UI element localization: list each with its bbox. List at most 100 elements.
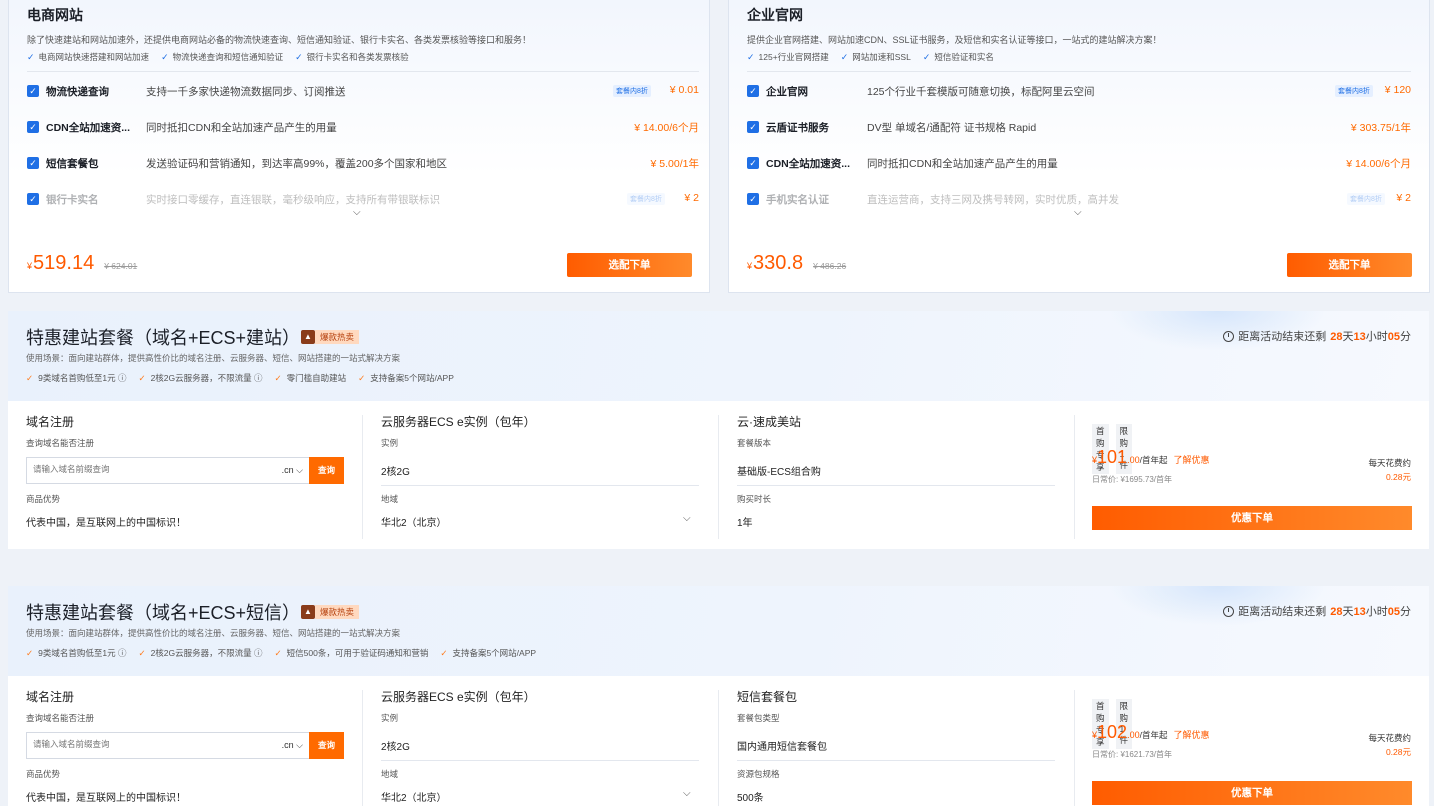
product-advantage: 代表中国，是互联网上的中国标识！ [26, 518, 186, 529]
chevron-down-icon[interactable]: ⌵ [1074, 207, 1082, 218]
discount-order-button[interactable]: 优惠下单 [1092, 506, 1412, 530]
package-type-value[interactable]: 国内通用短信套餐包 [737, 738, 827, 753]
learn-discount-link[interactable]: 了解优惠 [1173, 730, 1209, 740]
feature-item: 短信验证和实名 [923, 51, 994, 63]
product-price: ¥ 303.75/1年 [1350, 122, 1411, 134]
product-row: ✓ 企业官网 125个行业千套模版可随意切换，标配阿里云空间 套餐内8折 ¥ 1… [747, 81, 1411, 101]
discount-tag: 套餐内8折 [627, 193, 665, 205]
fire-icon: ▲ [301, 330, 315, 344]
price-value: 101 [1097, 447, 1128, 467]
field-label: 查询域名能否注册 [26, 713, 95, 723]
currency-symbol: ¥ [747, 261, 753, 271]
old-price: ¥ 486.26 [813, 261, 847, 271]
field-label: 购买时长 [737, 494, 772, 504]
instance-value[interactable]: 2核2G [381, 738, 410, 753]
price-unit: /首年起 [1139, 730, 1168, 740]
product-price: ¥ 14.00/6个月 [634, 122, 699, 134]
field-label: 套餐包类型 [737, 713, 780, 723]
feature-item: 电商网站快速搭建和网站加速 [27, 51, 150, 63]
product-row: ✓ CDN全站加速资... 同时抵扣CDN和全站加速产品产生的用量 ¥ 14.0… [747, 153, 1411, 173]
product-advantage: 代表中国，是互联网上的中国标识！ [26, 793, 186, 804]
bundle-title: 特惠建站套餐（域名+ECS+建站） [26, 328, 301, 348]
discount-tag: 套餐内8折 [1347, 193, 1385, 205]
checkbox-checked[interactable]: ✓ [747, 121, 759, 133]
domain-suffix-select[interactable]: .cn ⌵ [282, 740, 303, 751]
countdown-hours: 13 [1353, 606, 1366, 618]
region-select[interactable]: 华北2（北京） [381, 789, 447, 804]
bundle-header: 特惠建站套餐（域名+ECS+短信） ▲ 爆款热卖 使用场景：面向建站群体，提供高… [8, 586, 1429, 676]
product-row: ✓ 物流快递查询 支持一千多家快递物流数据同步、订阅推送 套餐内8折 ¥ 0.0… [27, 81, 699, 101]
feature-item: 125+行业官网搭建 [747, 51, 829, 63]
product-desc: 直连运营商，支持三网及携号转网，实时优质，高并发 [867, 194, 1119, 206]
domain-query-button[interactable]: 查询 [309, 732, 344, 759]
bundle-price: ¥101.00/首年起 了解优惠 [1092, 447, 1209, 468]
currency-symbol: ¥ [27, 261, 33, 271]
domain-search-input[interactable] [33, 464, 263, 474]
product-name: 银行卡实名 [46, 194, 99, 206]
instance-value[interactable]: 2核2G [381, 463, 410, 478]
card-desc: 除了快速建站和网站加速外，还提供电商网站必备的物流快速查询、短信通知验证、银行卡… [27, 35, 532, 45]
product-desc: 发送验证码和营销通知，到达率高99%，覆盖200多个国家和地区 [146, 158, 448, 170]
chevron-down-icon[interactable]: ⌵ [683, 513, 691, 524]
discount-tag: 套餐内8折 [613, 85, 651, 97]
price-value: 102 [1097, 722, 1128, 742]
domain-search-field[interactable]: .cn ⌵ [26, 732, 310, 759]
product-price: ¥ 2 [1396, 192, 1411, 204]
checkbox-checked[interactable]: ✓ [27, 157, 39, 169]
product-row: ✓ 手机实名认证 直连运营商，支持三网及携号转网，实时优质，高并发 套餐内8折 … [747, 189, 1411, 209]
daily-cost-value: 0.28元 [1385, 472, 1411, 482]
price-decimal: .00 [1127, 455, 1140, 465]
unit-hour: 小时 [1365, 331, 1388, 343]
edition-value[interactable]: 基础版-ECS组合购 [737, 463, 821, 478]
learn-discount-link[interactable]: 了解优惠 [1173, 455, 1209, 465]
checkbox-checked[interactable]: ✓ [747, 85, 759, 97]
underline [737, 760, 1055, 761]
checkbox-checked[interactable]: ✓ [27, 85, 39, 97]
total-price: ¥519.14 ¥ 624.01 [27, 252, 137, 275]
duration-value[interactable]: 1年 [737, 514, 753, 529]
field-label: 实例 [381, 713, 399, 723]
region-select[interactable]: 华北2（北京） [381, 514, 447, 529]
checkbox-checked[interactable]: ✓ [747, 157, 759, 169]
chevron-down-icon[interactable]: ⌵ [683, 788, 691, 799]
feature-item: 2核2G云服务器，不限流量 ⓘ [138, 647, 263, 659]
unit-day: 天 [1342, 606, 1354, 618]
product-price: ¥ 0.01 [669, 84, 699, 96]
countdown-prefix: 距离活动结束还剩 [1238, 606, 1327, 618]
countdown-minutes: 05 [1387, 331, 1400, 343]
checkbox-checked[interactable]: ✓ [747, 193, 759, 205]
domain-search-field[interactable]: .cn ⌵ [26, 457, 310, 484]
product-name: 企业官网 [766, 86, 808, 98]
underline [381, 485, 699, 486]
clock-icon [1223, 605, 1235, 617]
countdown-days: 28 [1330, 331, 1343, 343]
card-features: 电商网站快速搭建和网站加速 物流快递查询和短信通知验证 银行卡实名和各类发票核验 [27, 51, 409, 63]
product-desc: 同时抵扣CDN和全站加速产品产生的用量 [867, 158, 1058, 170]
column-separator [362, 415, 363, 539]
card-desc: 提供企业官网搭建、网站加速CDN、SSL证书服务，及短信和实名认证等接口，一站式… [747, 35, 1162, 45]
discount-order-button[interactable]: 优惠下单 [1092, 781, 1412, 805]
feature-item: 短信500条，可用于验证码通知和营销 [275, 647, 429, 659]
product-row: ✓ 云盾证书服务 DV型 单域名/通配符 证书规格 Rapid ¥ 303.75… [747, 117, 1411, 137]
configure-order-button[interactable]: 选配下单 [567, 253, 692, 277]
daily-cost-label: 每天花费约 [1368, 733, 1411, 743]
underline [381, 760, 699, 761]
product-name: 手机实名认证 [766, 194, 829, 206]
product-desc: DV型 单域名/通配符 证书规格 Rapid [867, 122, 1037, 134]
column-title: 云·速成美站 [737, 415, 801, 429]
product-name: CDN全站加速资... [46, 122, 130, 134]
domain-search-input[interactable] [33, 739, 263, 749]
product-row: ✓ 银行卡实名 实时接口零缓存，直连银联，毫秒级响应，支持所有带银联标识 套餐内… [27, 189, 699, 209]
fire-icon: ▲ [301, 605, 315, 619]
field-label: 商品优势 [26, 494, 61, 504]
chevron-down-icon[interactable]: ⌵ [353, 207, 361, 218]
ecommerce-card: 电商网站 除了快速建站和网站加速外，还提供电商网站必备的物流快速查询、短信通知验… [8, 0, 710, 293]
price-unit: /首年起 [1139, 455, 1168, 465]
configure-order-button[interactable]: 选配下单 [1287, 253, 1412, 277]
checkbox-checked[interactable]: ✓ [27, 193, 39, 205]
package-size-value[interactable]: 500条 [737, 789, 764, 804]
checkbox-checked[interactable]: ✓ [27, 121, 39, 133]
product-price: ¥ 14.00/6个月 [1346, 158, 1411, 170]
domain-query-button[interactable]: 查询 [309, 457, 344, 484]
domain-suffix-select[interactable]: .cn ⌵ [282, 465, 303, 476]
